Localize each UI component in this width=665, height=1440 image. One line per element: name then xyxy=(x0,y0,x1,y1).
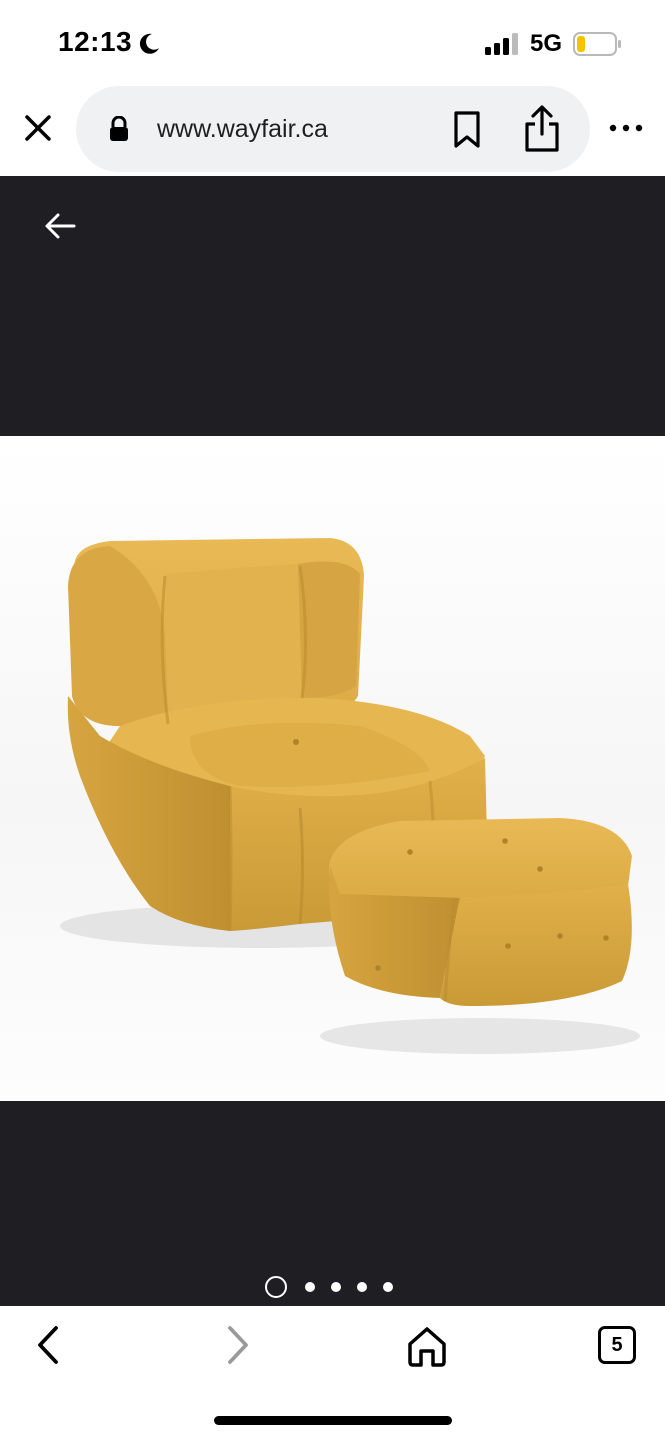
nav-forward-button[interactable] xyxy=(216,1324,258,1366)
share-button[interactable] xyxy=(521,104,563,154)
home-icon xyxy=(408,1327,446,1367)
browser-toolbar: 5 xyxy=(0,1306,665,1440)
more-icon xyxy=(609,124,643,132)
status-bar: 12:13 5G xyxy=(0,0,665,86)
pager-dot[interactable] xyxy=(356,1282,367,1292)
close-icon xyxy=(25,115,51,141)
browser-address-bar: www.wayfair.ca xyxy=(0,86,665,176)
product-photo[interactable] xyxy=(0,436,665,1101)
chevron-left-icon xyxy=(38,1326,58,1364)
chevron-right-icon xyxy=(228,1326,248,1364)
signal-icon xyxy=(485,33,518,55)
image-pager xyxy=(0,1274,665,1300)
bookmark-button[interactable] xyxy=(450,110,484,150)
mobile-browser-screen: 12:13 5G www.wayfair.ca 5 xyxy=(0,0,665,1440)
arrow-left-icon xyxy=(45,213,76,239)
close-button[interactable] xyxy=(18,108,58,148)
pager-dot-active[interactable] xyxy=(264,1276,287,1298)
lock-icon xyxy=(110,116,128,141)
viewer-back-button[interactable] xyxy=(40,206,84,246)
moon-icon xyxy=(139,33,159,54)
status-time: 12:13 xyxy=(58,26,133,57)
url-field[interactable] xyxy=(76,86,590,172)
share-icon xyxy=(525,105,559,152)
nav-back-button[interactable] xyxy=(28,1324,70,1366)
url-text[interactable]: www.wayfair.ca xyxy=(157,115,328,144)
bookmark-icon xyxy=(454,111,480,148)
more-options-button[interactable] xyxy=(606,116,646,140)
pager-dot[interactable] xyxy=(382,1282,393,1292)
pager-dot[interactable] xyxy=(304,1282,315,1292)
home-indicator xyxy=(214,1416,452,1425)
pager-dot[interactable] xyxy=(330,1282,341,1292)
network-label: 5G xyxy=(530,30,563,57)
tabs-button[interactable]: 5 xyxy=(598,1326,636,1364)
product-image-viewer xyxy=(0,176,665,1306)
battery-icon xyxy=(573,32,621,56)
home-button[interactable] xyxy=(405,1324,449,1368)
